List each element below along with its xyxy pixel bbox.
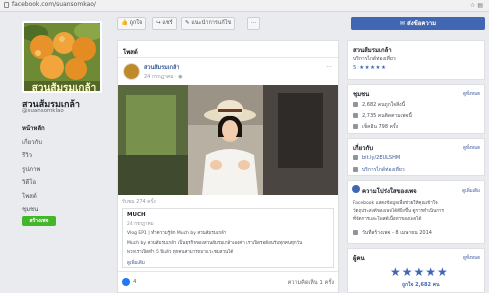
lock-icon xyxy=(4,2,9,8)
url-text[interactable]: facebook.com/suansomkao/ xyxy=(12,1,96,8)
video-frame xyxy=(118,85,338,195)
globe-icon: ◉ xyxy=(178,74,183,80)
sidebar-item-reviews[interactable]: รีวิว xyxy=(22,149,110,163)
sidebar-item-home[interactable]: หน้าหลัก xyxy=(22,122,110,136)
page-category: บริการไกด์ท่องเที่ยว xyxy=(353,56,396,62)
create-page-button[interactable]: สร้างเพจ xyxy=(22,216,56,226)
transparency-title: ความโปร่งใสของเพจ xyxy=(362,188,417,195)
checkin-icon xyxy=(353,124,358,129)
transparency-text-2: วัตถุประสงค์ของเพจได้ดียิ่งขึ้น ดูการดำเ… xyxy=(353,209,444,214)
comment-count[interactable]: ความคิดเห็น 1 ครั้ง xyxy=(288,279,334,287)
checkins-text: เช็คอิน 798 ครั้ง xyxy=(362,124,399,130)
post-author-name[interactable]: สวนส้มรมเกล้า xyxy=(144,64,179,72)
reaction-count[interactable]: 4 xyxy=(133,279,137,285)
sidebar-item-about[interactable]: เกี่ยวกับ xyxy=(22,136,110,150)
link-text-line-3: พวกเราเปิดทำ 5 ปีแล้ว ทุกคนสามารถมาแวะชม… xyxy=(127,250,234,255)
link-text-line-1: Vlog EP1 | ทำความรู้จัก Much by สวนส้มรม… xyxy=(127,231,227,236)
about-title: เกี่ยวกับ xyxy=(353,145,374,152)
about-see-all-link[interactable]: ดูทั้งหมด xyxy=(463,144,480,151)
post-options-icon[interactable]: ··· xyxy=(326,64,332,71)
tag-icon xyxy=(353,167,358,172)
more-button[interactable]: ··· xyxy=(247,17,261,30)
checkins-row: เช็คอิน 798 ครั้ง xyxy=(353,123,398,131)
community-card: ชุมชน ดูทั้งหมด 2,682 คนถูกใจสิ่งนี้ 2,7… xyxy=(347,84,485,134)
send-label: ส่งข้อความ xyxy=(407,20,437,27)
about-card: เกี่ยวกับ ดูทั้งหมด bit.ly/2EULSHM บริกา… xyxy=(347,138,485,176)
share-label: แชร์ xyxy=(162,20,173,26)
page-created-row: วันที่สร้างเพจ - 8 เมษายน 2014 xyxy=(353,229,432,237)
post-card: โพสต์ สวนส้มรมเกล้า 24 กรกฎาคม · ◉ ··· ร… xyxy=(117,40,339,293)
globe-icon xyxy=(353,155,358,160)
divider xyxy=(118,57,338,58)
link-date: 24 กรกฎาคม xyxy=(127,222,154,227)
like-label: ถูกใจ xyxy=(129,20,143,26)
transparency-see-more-link[interactable]: ดูเพิ่มเติม xyxy=(462,187,480,194)
page-created-text: วันที่สร้างเพจ - 8 เมษายน 2014 xyxy=(362,230,432,236)
view-count: รับชม 274 ครั้ง xyxy=(122,199,156,205)
page-rating[interactable]: 5 ★★★★★ xyxy=(353,65,386,71)
follows-row: 2,735 คนติดตามเพจนี้ xyxy=(353,112,412,120)
sidebar-item-videos[interactable]: วิดีโอ xyxy=(22,176,110,190)
like-button[interactable]: 👍 ถูกใจ xyxy=(117,17,147,30)
post-footer: 4 ความคิดเห็น 1 ครั้ง xyxy=(118,271,338,292)
oranges-photo: สวนส้มรมเกล้า xyxy=(24,23,100,93)
share-button[interactable]: ↪ แชร์ xyxy=(152,17,177,30)
link-text-line-2: Much by สวนส้มรมเกล้า เป็นธุรกิจของสวนส้… xyxy=(127,241,303,246)
community-see-all-link[interactable]: ดูทั้งหมด xyxy=(463,90,480,97)
link-preview[interactable]: MUCH 24 กรกฎาคม Vlog EP1 | ทำความรู้จัก … xyxy=(122,208,334,268)
page-transparency-card: ความโปร่งใสของเพจ ดูเพิ่มเติม Facebook แ… xyxy=(347,180,485,244)
likes-row: 2,682 คนถูกใจสิ่งนี้ xyxy=(353,101,405,109)
posts-section-title: โพสต์ xyxy=(123,49,138,56)
follow-icon xyxy=(353,113,358,118)
facebook-icon xyxy=(352,185,360,193)
sidebar-nav: หน้าหลัก เกี่ยวกับ รีวิว รูปภาพ วิดีโอ โ… xyxy=(22,122,110,217)
page-info-title[interactable]: สวนส้มรมเกล้า xyxy=(353,45,392,55)
website-link[interactable]: bit.ly/2EULSHM xyxy=(362,155,400,161)
like-icon xyxy=(353,102,358,107)
sidebar-item-community[interactable]: ชุมชน xyxy=(22,203,110,217)
page-handle: @suansomklao xyxy=(22,108,64,114)
website-row[interactable]: bit.ly/2EULSHM xyxy=(353,155,400,161)
like-reaction-icon[interactable] xyxy=(122,278,130,286)
video-player[interactable] xyxy=(118,85,338,195)
post-author-avatar[interactable] xyxy=(123,63,140,80)
sidebar-item-posts[interactable]: โพสต์ xyxy=(22,190,110,204)
reviews-title: ผู้คน xyxy=(353,255,365,262)
reviews-see-all-link[interactable]: ดูทั้งหมด xyxy=(463,254,480,261)
transparency-text-1: Facebook แสดงข้อมูลเพื่อช่วยให้คุณเข้าใจ xyxy=(353,201,438,206)
reviews-card: ผู้คน ดูทั้งหมด ★★★★★ ถูกใจ 2,682 คน xyxy=(347,248,485,293)
community-title: ชุมชน xyxy=(353,91,370,98)
reviews-count: ถูกใจ 2,682 คน xyxy=(402,282,440,288)
browser-address-bar[interactable]: facebook.com/suansomkao/ ☆ ▤ xyxy=(0,0,489,12)
send-message-button[interactable]: ✉ ส่งข้อความ xyxy=(351,17,485,30)
rating-stars[interactable]: ★★★★★ xyxy=(390,265,449,279)
sidebar-item-photos[interactable]: รูปภาพ xyxy=(22,163,110,177)
likes-text: 2,682 คนถูกใจสิ่งนี้ xyxy=(362,102,406,108)
calendar-icon xyxy=(353,230,358,235)
page-info-card: สวนส้มรมเกล้า บริการไกด์ท่องเที่ยว 5 ★★★… xyxy=(347,40,485,80)
suggest-edits-button[interactable]: ✎ แนะนำการแก้ไข xyxy=(181,17,236,30)
cover-text: สวนส้มรมเกล้า xyxy=(32,82,96,93)
profile-picture[interactable]: สวนส้มรมเกล้า xyxy=(22,21,102,93)
page-action-bar: 👍 ถูกใจ ↪ แชร์ ✎ แนะนำการแก้ไข ··· xyxy=(117,17,339,31)
follows-text: 2,735 คนติดตามเพจนี้ xyxy=(362,113,412,119)
suggest-label: แนะนำการแก้ไข xyxy=(191,20,232,26)
post-timestamp[interactable]: 24 กรกฎาคม · ◉ xyxy=(144,73,183,81)
bookmark-icon[interactable]: ☆ ▤ xyxy=(470,2,483,9)
link-title[interactable]: MUCH xyxy=(127,212,146,218)
transparency-text-3: ที่จัดการและโพสต์เนื้อหาของเพจได้ xyxy=(353,217,422,222)
category-link[interactable]: บริการไกด์ท่องเที่ยว xyxy=(362,167,405,173)
post-time-text: 24 กรกฎาคม xyxy=(144,74,174,80)
category-row[interactable]: บริการไกด์ท่องเที่ยว xyxy=(353,166,405,174)
see-more-link[interactable]: ดูเพิ่มเติม xyxy=(127,259,145,266)
